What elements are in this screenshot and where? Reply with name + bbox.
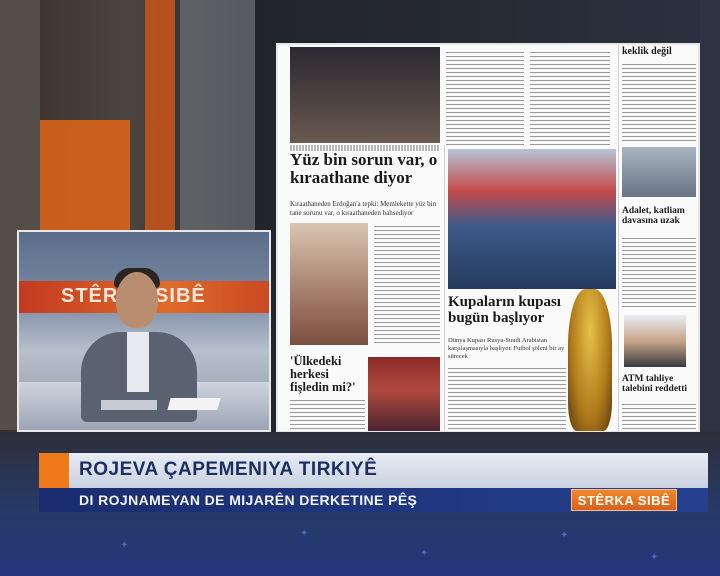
- courtroom-photo: [622, 147, 696, 197]
- article-text: [374, 223, 440, 345]
- column-divider: [618, 45, 619, 431]
- sparkle-icon: ✦: [560, 530, 569, 541]
- trophy-image: [568, 289, 612, 431]
- presenter-head: [116, 272, 158, 328]
- sparkle-icon: ✦: [120, 540, 129, 551]
- kiraathane-photo: [290, 223, 368, 345]
- article-text: [622, 235, 696, 309]
- program-badge-text: STÊRKA SIBÊ: [577, 493, 671, 508]
- sparkle-icon: ✦: [300, 528, 309, 539]
- deck-dunya-kupasi: Dünya Kupası Rusya-Suudi Arabistan karşı…: [448, 337, 565, 361]
- backdrop-panel: [40, 120, 130, 230]
- article-text: [530, 49, 610, 145]
- sparkle-icon: ✦: [650, 552, 659, 563]
- headline-dunya-kupasi: Kupaların kupası bugün başlıyor: [448, 294, 561, 326]
- headline-adalet: Adalet, katliam davasına uzak: [622, 206, 685, 226]
- backdrop-panel: [700, 0, 720, 430]
- hall-photo: [368, 357, 440, 431]
- headline-keklik: keklik değil: [622, 46, 672, 57]
- headline-fisleme: 'Ülkedeki herkesi fişledin mi?': [290, 354, 356, 395]
- article-text: [290, 397, 365, 431]
- lower-third-accent: [39, 453, 69, 488]
- column-divider: [444, 145, 445, 431]
- newspaper-page: Yüz bin sorun var, o kıraathane diyor Kı…: [276, 43, 700, 433]
- article-text: [622, 401, 696, 431]
- presenter-shirt: [127, 332, 149, 392]
- article-text: [446, 49, 524, 145]
- program-badge: STÊRKA SIBÊ: [571, 489, 677, 511]
- lower-third-subtitle: DI ROJNAMEYAN DE MIJARÊN DERKETINE PÊŞ: [79, 492, 418, 508]
- article-text: [448, 365, 566, 431]
- world-cup-photo: [448, 149, 616, 289]
- portrait-photo: [624, 315, 686, 367]
- deck-kiraathane: Kıraathaneden Erdoğan'a tepki: Memlekett…: [290, 200, 437, 217]
- lower-third-title: ROJEVA ÇAPEMENIYA TIRKIYÊ: [79, 459, 378, 480]
- crowd-photo: [290, 47, 440, 143]
- presenter-video-inset: STÊRKA SIBÊ: [17, 230, 271, 432]
- headline-kiraathane: Yüz bin sorun var, o kıraathane diyor: [290, 150, 438, 187]
- headline-atm: ATM tahliye talebini reddetti: [622, 374, 688, 394]
- sparkle-icon: ✦: [420, 548, 429, 559]
- desk-laptop: [101, 400, 157, 410]
- desk-paper: [167, 398, 221, 410]
- article-text: [622, 61, 696, 141]
